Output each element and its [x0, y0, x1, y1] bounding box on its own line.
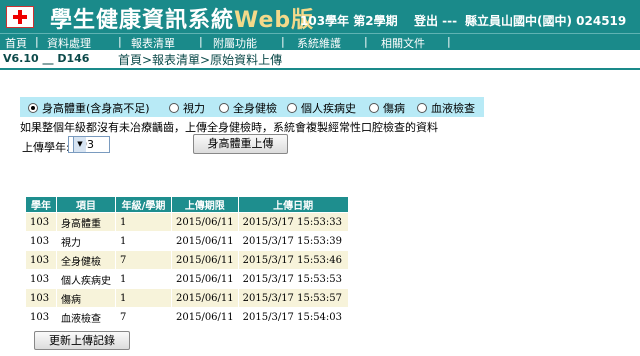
- column-header: 上傳日期: [237, 196, 349, 213]
- table-row: 103 個人疾病史 1 2015/06/11 2015/3/17 15:53:5…: [25, 269, 349, 289]
- cell-grade-semester: 1: [115, 288, 172, 308]
- radio-icon[interactable]: [219, 103, 229, 113]
- app-header: 學生健康資訊系統Web版 103學年 第2學期 登出 --- 縣立員山國中(國中…: [0, 0, 640, 33]
- column-header: 學年: [25, 196, 57, 213]
- refresh-upload-log-button[interactable]: 更新上傳記錄: [34, 331, 130, 350]
- menu-separator: |: [364, 35, 368, 48]
- table-row: 103 視力 1 2015/06/11 2015/3/17 15:53:39: [25, 231, 349, 251]
- cell-upload-date: 2015/3/17 15:54:03: [237, 307, 349, 327]
- year-select-label: 上傳學年:: [22, 141, 70, 154]
- menu-separator: |: [118, 35, 122, 48]
- academic-term: 103學年 第2學期: [300, 14, 398, 28]
- cell-item: 視力: [56, 231, 116, 251]
- cell-item: 全身健檢: [56, 250, 116, 270]
- cell-item: 個人疾病史: [56, 269, 116, 289]
- logout-link[interactable]: 登出 ---: [414, 12, 457, 29]
- menu-separator: |: [35, 35, 39, 48]
- menu-separator: |: [447, 35, 451, 48]
- cell-deadline: 2015/06/11: [171, 269, 239, 289]
- table-row: 103 全身健檢 7 2015/06/11 2015/3/17 15:53:46: [25, 250, 349, 270]
- menu-item-data-processing[interactable]: 資料處理: [47, 35, 91, 51]
- radio-selected-icon[interactable]: [28, 103, 38, 113]
- breadcrumb: 首頁>報表清單>原始資料上傳: [118, 53, 283, 67]
- radio-option-vision[interactable]: 視力: [169, 100, 205, 116]
- upload-type-selector: 身高體重(含身高不足) 視力 全身健檢 個人疾病史 傷病 血液檢查: [20, 97, 484, 117]
- cell-deadline: 2015/06/11: [171, 231, 239, 251]
- menu-item-report-list[interactable]: 報表清單: [131, 35, 175, 51]
- red-cross-logo-icon: [6, 6, 34, 28]
- menu-item-related-documents[interactable]: 相關文件: [381, 35, 425, 51]
- cell-upload-date: 2015/3/17 15:53:57: [237, 288, 349, 308]
- menu-item-system-maintenance[interactable]: 系統維護: [297, 35, 341, 51]
- cell-item: 傷病: [56, 288, 116, 308]
- cell-item: 血液檢查: [56, 307, 116, 327]
- sub-header: V6.10 __ D146 首頁>報表清單>原始資料上傳: [0, 50, 640, 70]
- cell-year: 103: [25, 288, 57, 308]
- cell-year: 103: [25, 212, 57, 232]
- menu-separator: |: [281, 35, 285, 48]
- column-header: 項目: [56, 196, 116, 213]
- cell-year: 103: [25, 231, 57, 251]
- table-row: 103 傷病 1 2015/06/11 2015/3/17 15:53:57: [25, 288, 349, 308]
- system-title: 學生健康資訊系統Web版: [50, 8, 315, 33]
- cell-grade-semester: 1: [115, 231, 172, 251]
- radio-option-blood-test[interactable]: 血液檢查: [417, 100, 475, 116]
- upload-log-table: 學年 項目 年級/學期 上傳期限 上傳日期 103 身高體重 1 2015/06…: [25, 196, 349, 327]
- cell-grade-semester: 7: [115, 250, 172, 270]
- column-header: 上傳期限: [171, 196, 239, 213]
- chevron-down-icon[interactable]: ▼: [73, 137, 86, 152]
- radio-icon[interactable]: [169, 103, 179, 113]
- year-select[interactable]: 103 ▼: [68, 136, 110, 153]
- radio-icon[interactable]: [287, 103, 297, 113]
- cell-year: 103: [25, 307, 57, 327]
- main-menu: 首頁 | 資料處理 | 報表清單 | 附屬功能 | 系統維護 | 相關文件 |: [0, 33, 640, 50]
- cell-item: 身高體重: [56, 212, 116, 232]
- cell-upload-date: 2015/3/17 15:53:46: [237, 250, 349, 270]
- column-header: 年級/學期: [115, 196, 172, 213]
- cell-upload-date: 2015/3/17 15:53:39: [237, 231, 349, 251]
- upload-button[interactable]: 身高體重上傳: [193, 134, 288, 154]
- cell-year: 103: [25, 250, 57, 270]
- cell-upload-date: 2015/3/17 15:53:33: [237, 212, 349, 232]
- cell-year: 103: [25, 269, 57, 289]
- menu-item-home[interactable]: 首頁: [5, 35, 27, 51]
- cell-deadline: 2015/06/11: [171, 288, 239, 308]
- version-label: V6.10 __ D146: [3, 52, 90, 65]
- table-row: 103 身高體重 1 2015/06/11 2015/3/17 15:53:33: [25, 212, 349, 232]
- upload-note: 如果整個年級都沒有未冶療齲齒，上傳全身健檢時，系統會複製經常性口腔檢查的資料: [20, 121, 438, 134]
- cell-deadline: 2015/06/11: [171, 212, 239, 232]
- table-header-row: 學年 項目 年級/學期 上傳期限 上傳日期: [25, 196, 349, 213]
- cell-grade-semester: 7: [115, 307, 172, 327]
- table-row: 103 血液檢查 7 2015/06/11 2015/3/17 15:54:03: [25, 307, 349, 327]
- cell-deadline: 2015/06/11: [171, 307, 239, 327]
- radio-option-height-weight[interactable]: 身高體重(含身高不足): [28, 100, 150, 116]
- radio-option-medical-history[interactable]: 個人疾病史: [287, 100, 356, 116]
- cell-upload-date: 2015/3/17 15:53:53: [237, 269, 349, 289]
- menu-separator: |: [199, 35, 203, 48]
- cell-grade-semester: 1: [115, 269, 172, 289]
- radio-icon[interactable]: [417, 103, 427, 113]
- radio-option-full-checkup[interactable]: 全身健檢: [219, 100, 277, 116]
- radio-icon[interactable]: [369, 103, 379, 113]
- school-name: 縣立員山國中(國中) 024519: [465, 14, 627, 28]
- menu-item-extra-functions[interactable]: 附屬功能: [213, 35, 257, 51]
- cell-grade-semester: 1: [115, 212, 172, 232]
- radio-option-injury[interactable]: 傷病: [369, 100, 405, 116]
- cell-deadline: 2015/06/11: [171, 250, 239, 270]
